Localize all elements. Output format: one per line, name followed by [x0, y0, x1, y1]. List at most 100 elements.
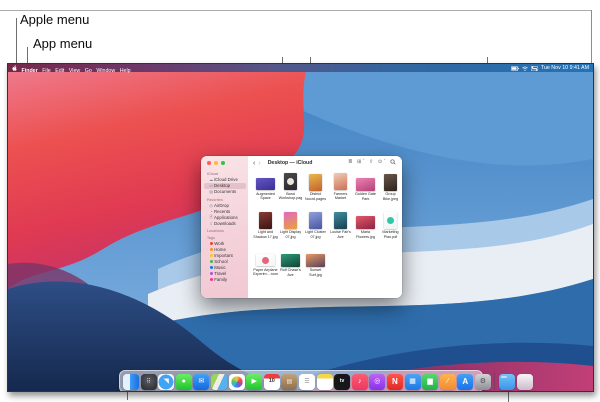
- desktop-screenshot: Finder File Edit View Go Window Help Tue Nov 1…: [7, 63, 594, 392]
- dock-icon-numbers[interactable]: ▆: [422, 373, 439, 390]
- file-golden-gate-park[interactable]: Golden Gate Park: [353, 171, 378, 209]
- dock-icon-keynote[interactable]: ▦: [404, 373, 421, 390]
- control-center-icon[interactable]: [530, 65, 538, 71]
- dock-icon-music[interactable]: ♪: [351, 373, 368, 390]
- minimize-button[interactable]: [214, 161, 218, 165]
- file-name: Marketing Plan.pdf: [382, 230, 399, 239]
- file-paper-airplane-experim-numbers[interactable]: Paper Airplane Experim....numbers: [253, 247, 278, 285]
- sidebar-item-school[interactable]: School: [204, 259, 246, 265]
- file-district-noord-pages[interactable]: District Noord.pages: [303, 171, 328, 209]
- dock-separator: [494, 373, 496, 390]
- sidebar-item-important[interactable]: Important: [204, 253, 246, 259]
- sidebar-item-home[interactable]: Home: [204, 247, 246, 253]
- sidebar-item-label: Home: [214, 247, 226, 252]
- sidebar-item-label: AirDrop: [214, 202, 229, 208]
- toolbar-icons: ≣ ⊞ ˇ ⇧ ⊙ ˇ: [348, 159, 396, 167]
- sidebar-item-music[interactable]: Music: [204, 265, 246, 271]
- sidebar-item-label: iCloud Drive: [214, 177, 238, 182]
- file-light-display-07-jpg[interactable]: Light Display 07.jpg: [278, 209, 303, 247]
- menu-bar-clock[interactable]: Tue Nov 10 9:41 AM: [541, 65, 589, 71]
- dock-icon-downloads-folder[interactable]: [499, 373, 516, 390]
- file-name: Group Bike.jpeg: [382, 192, 399, 201]
- wifi-icon[interactable]: [522, 66, 528, 71]
- dock-icon-launchpad[interactable]: ⠿: [140, 373, 157, 390]
- sidebar-item-downloads[interactable]: ⇩ Downloads: [204, 220, 246, 226]
- file-maria-flowers-jpg[interactable]: Maria Flowers.jpg: [353, 209, 378, 247]
- sidebar-item-label: Downloads: [214, 220, 236, 226]
- dock-icon-pages[interactable]: ∕: [439, 373, 456, 390]
- dock-icon-reminders[interactable]: ☰: [298, 373, 315, 390]
- dock-icon-photos[interactable]: [228, 373, 245, 390]
- sidebar-item-documents[interactable]: ▤ Documents: [204, 189, 246, 195]
- dock-icon-podcasts[interactable]: ◎: [369, 373, 386, 390]
- file-light-and-shadow-17-jpg[interactable]: Light and Shadow 17.jpg: [253, 209, 278, 247]
- file-thumbnail: [356, 216, 375, 229]
- file-marketing-plan-pdf[interactable]: Marketing Plan.pdf: [378, 209, 402, 247]
- dock-icon-appstore[interactable]: A: [457, 373, 474, 390]
- file-thumbnail: [309, 211, 322, 229]
- dock-icon-mail[interactable]: ✉: [193, 373, 210, 390]
- figure-right-rule: [591, 10, 592, 64]
- menu-view[interactable]: View: [69, 68, 80, 74]
- file-thumbnail: [334, 211, 347, 229]
- dock-icon-tv[interactable]: tv: [334, 373, 351, 390]
- dock-icon-messages[interactable]: ●: [175, 373, 192, 390]
- file-name: Maria Flowers.jpg: [356, 230, 375, 239]
- dock-glyph-facetime: ▶: [251, 378, 257, 385]
- zoom-button[interactable]: [221, 161, 225, 165]
- sidebar-section-tags: Tags: [207, 236, 216, 240]
- file-thumbnail: [256, 177, 275, 191]
- dock-icon-system-preferences[interactable]: ⚙: [474, 373, 491, 390]
- sidebar-item-label: Important: [214, 253, 233, 258]
- file-light-cluster-07-jpg[interactable]: Light Cluster 07.jpg: [303, 209, 328, 247]
- menu-edit[interactable]: Edit: [55, 68, 64, 74]
- group-icon[interactable]: ⊞ ˇ: [357, 160, 365, 165]
- tag-dot-icon: [209, 241, 213, 246]
- sidebar-item-label: Desktop: [214, 183, 231, 188]
- close-button[interactable]: [207, 161, 211, 165]
- file-name: Louise Fair's Ave: [330, 230, 351, 239]
- menu-help[interactable]: Help: [120, 68, 131, 74]
- apple-menu[interactable]: [12, 65, 17, 71]
- menu-window[interactable]: Window: [96, 68, 115, 74]
- dock-icon-trash[interactable]: [516, 373, 533, 390]
- dock-icon-finder[interactable]: [123, 373, 139, 390]
- sidebar-item-family[interactable]: Family: [204, 277, 246, 283]
- sidebar-item-work[interactable]: Work: [204, 241, 246, 247]
- dock-icon-news[interactable]: N: [386, 373, 403, 390]
- file-band-workshop-pages[interactable]: Band Workshop.pages: [278, 171, 303, 209]
- dock-icon-facetime[interactable]: ▶: [246, 373, 263, 390]
- dock-icon-contacts[interactable]: ▤: [281, 373, 298, 390]
- view-icon[interactable]: ≣: [348, 160, 352, 165]
- file-group-bike-jpeg[interactable]: Group Bike.jpeg: [378, 171, 402, 209]
- sidebar-item-travel[interactable]: Travel: [204, 271, 246, 277]
- tag-dot-icon: [209, 265, 213, 270]
- file-louise-fair-s-ave[interactable]: Louise Fair's Ave: [328, 209, 353, 247]
- menu-bar: Finder File Edit View Go Window Help Tue Nov 1…: [8, 64, 593, 74]
- dock-icon-maps[interactable]: [210, 373, 227, 390]
- file-thumbnail: [334, 173, 347, 191]
- search-icon[interactable]: [390, 159, 396, 167]
- sidebar-item-icloud-drive[interactable]: ☁ iCloud Drive: [204, 177, 246, 183]
- battery-icon[interactable]: [510, 65, 519, 71]
- dock-icon-safari[interactable]: ◥: [158, 373, 175, 390]
- menu-go[interactable]: Go: [85, 68, 92, 74]
- menu-finder[interactable]: Finder: [22, 68, 38, 74]
- file-rolf-chase-s-ave[interactable]: Rolf Chase's Ave: [278, 247, 303, 285]
- sidebar-section-locations: Locations: [207, 229, 224, 233]
- dock-icon-calendar[interactable]: 10: [263, 373, 280, 390]
- file-thumbnail: [284, 173, 297, 191]
- tag-dot-icon: [209, 247, 213, 252]
- dock-glyph-safari: ◥: [163, 378, 169, 385]
- more-icon[interactable]: ⊙ ˇ: [378, 160, 386, 165]
- forward-button[interactable]: ›: [258, 160, 260, 167]
- back-button[interactable]: ‹: [253, 160, 255, 167]
- file-augmented-space-reimagined-key[interactable]: Augmented Space Reimagined.key: [253, 171, 278, 209]
- finder-toolbar: ‹ › Desktop — iCloud ≣ ⊞ ˇ ⇧ ⊙ ˇ: [248, 156, 402, 170]
- share-icon[interactable]: ⇧: [369, 160, 373, 165]
- menu-file[interactable]: File: [42, 68, 51, 74]
- file-farmers-market-monthly-planner-pdf[interactable]: Farmers Market Monthly Planner.pdf: [328, 171, 353, 209]
- dock-icon-notes[interactable]: [316, 373, 333, 390]
- sidebar-item-desktop[interactable]: ▭ Desktop: [203, 182, 246, 189]
- file-sunset-surf-jpg[interactable]: Sunset Surf.jpg: [303, 247, 328, 285]
